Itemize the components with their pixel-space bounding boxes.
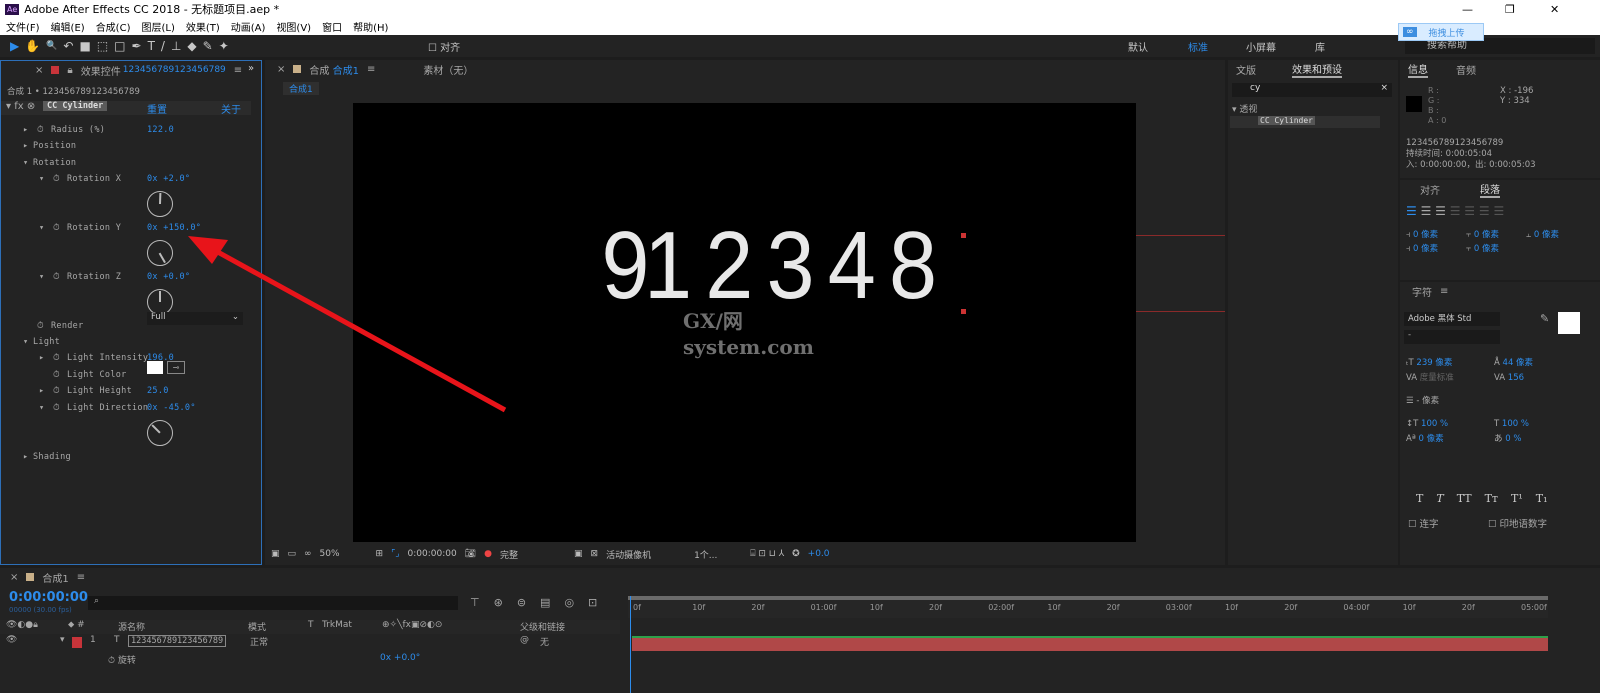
annotation-arrow [188, 236, 507, 413]
